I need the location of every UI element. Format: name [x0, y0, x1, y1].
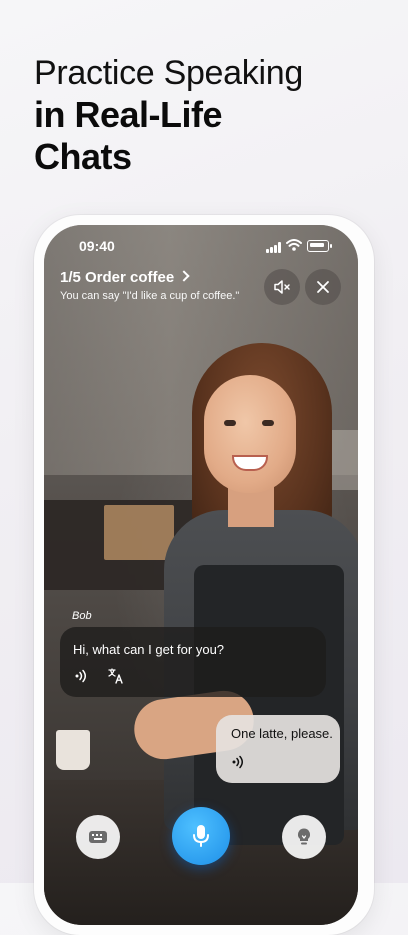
- barista-neck: [228, 487, 274, 527]
- coffee-cup: [56, 730, 90, 770]
- keyboard-icon: [89, 831, 107, 843]
- translate-icon[interactable]: [107, 667, 125, 685]
- mute-button[interactable]: [264, 269, 300, 305]
- hero-line-1: Practice Speaking: [34, 54, 303, 92]
- hero-heading: Practice Speaking in Real-Life Chats: [34, 52, 394, 178]
- speaker-name: Bob: [72, 610, 92, 622]
- close-button[interactable]: [305, 269, 341, 305]
- lesson-title[interactable]: 1/5 Order coffee: [60, 269, 190, 286]
- hero-line-3: Chats: [34, 136, 132, 177]
- speaker-muted-icon: [274, 280, 290, 294]
- chevron-right-icon: [178, 270, 190, 282]
- phone-screen: 09:40 1/5 Order coffee You can say "I'd …: [44, 225, 358, 925]
- lesson-title-label: 1/5 Order coffee: [60, 269, 175, 286]
- bot-message-text: Hi, what can I get for you?: [73, 642, 225, 657]
- signal-icon: [266, 242, 282, 253]
- hint-button[interactable]: [282, 815, 326, 859]
- barista-face: [204, 375, 296, 493]
- play-audio-icon[interactable]: [74, 669, 90, 683]
- barista-eye: [262, 420, 274, 426]
- bot-message-bubble: Hi, what can I get for you?: [60, 627, 326, 697]
- user-message-text: One latte, please.: [231, 726, 333, 741]
- close-icon: [317, 281, 329, 293]
- microphone-button[interactable]: [172, 807, 230, 865]
- keyboard-button[interactable]: [76, 815, 120, 859]
- microphone-icon: [193, 825, 209, 847]
- wifi-icon: [286, 239, 302, 251]
- battery-icon: [307, 240, 332, 252]
- lesson-hint: You can say "I'd like a cup of coffee.": [60, 290, 240, 302]
- hero-line-2: in Real-Life: [34, 94, 223, 135]
- cafe-box: [104, 505, 174, 560]
- status-bar: 09:40: [44, 225, 358, 265]
- play-audio-icon[interactable]: [231, 755, 247, 769]
- lightbulb-icon: [297, 828, 311, 845]
- status-time: 09:40: [79, 238, 115, 254]
- user-message-bubble: One latte, please.: [216, 715, 340, 783]
- barista-eye: [224, 420, 236, 426]
